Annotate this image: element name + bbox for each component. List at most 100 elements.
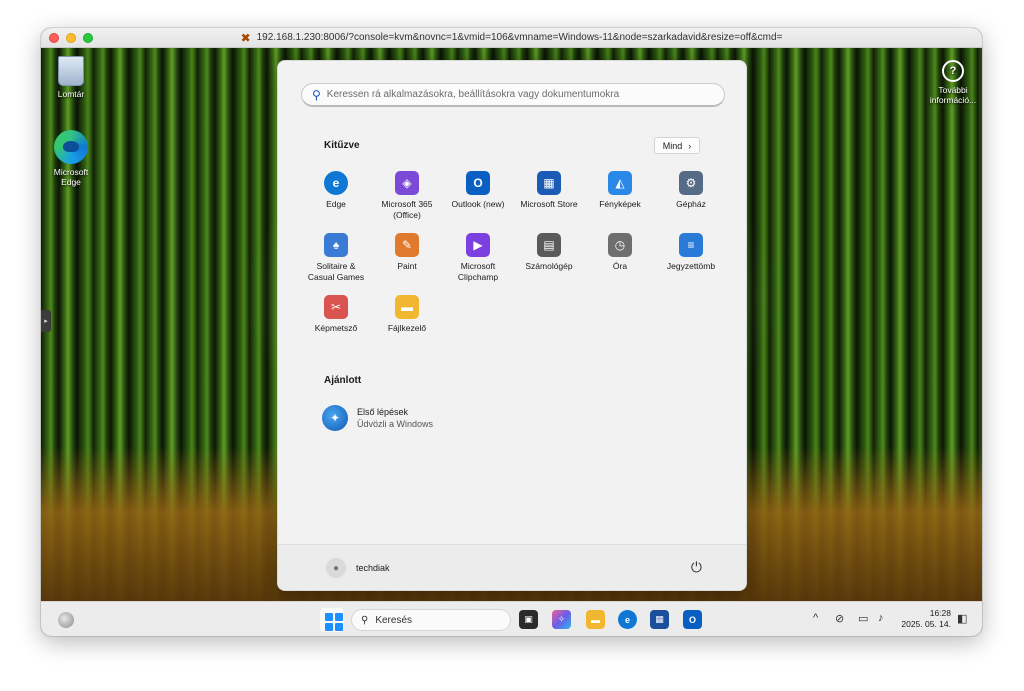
start-button[interactable] bbox=[320, 608, 344, 632]
close-window-button[interactable] bbox=[49, 33, 59, 43]
start-menu: ⚲ Kitűzve Mind › e Edge ◈ Microsoft 365(Off… bbox=[277, 60, 747, 591]
file-explorer-icon: ▬ bbox=[395, 295, 419, 319]
pinned-app-label: Számológép bbox=[525, 261, 573, 271]
task-view-icon: ▣ bbox=[524, 614, 533, 624]
desktop-icon-recycle-bin[interactable]: Lomtár bbox=[41, 56, 101, 99]
window-url: 192.168.1.230:8006/?console=kvm&novnc=1&… bbox=[256, 32, 783, 43]
taskbar-search[interactable]: ⚲ Keresés bbox=[351, 609, 511, 631]
outlook-icon: O bbox=[688, 614, 696, 625]
edge-icon bbox=[54, 130, 88, 164]
store-icon: ▦ bbox=[655, 614, 664, 624]
all-apps-button[interactable]: Mind › bbox=[654, 137, 700, 154]
clock-date: 2025. 05. 14. bbox=[901, 619, 951, 629]
title-bar: ✖ 192.168.1.230:8006/?console=kvm&novnc=… bbox=[41, 28, 982, 48]
microsoft365-icon: ◈ bbox=[395, 171, 419, 195]
pinned-app-store[interactable]: ▦ Microsoft Store bbox=[513, 171, 585, 210]
all-apps-label: Mind bbox=[662, 140, 683, 151]
edge-label-line1: Microsoft bbox=[53, 167, 89, 177]
pinned-app-label: Óra bbox=[612, 261, 628, 271]
pinned-app-label: Paint bbox=[397, 261, 417, 271]
pinned-app-clock[interactable]: ◷ Óra bbox=[584, 233, 656, 272]
recycle-bin-icon bbox=[58, 56, 84, 86]
pinned-app-paint[interactable]: ✎ Paint bbox=[371, 233, 443, 272]
pinned-app-snipping-tool[interactable]: ✂ Képmetsző bbox=[300, 295, 372, 334]
pinned-app-label: Jegyzettömb bbox=[666, 261, 716, 271]
windows-logo-icon bbox=[325, 613, 333, 621]
pinned-app-calculator[interactable]: ▤ Számológép bbox=[513, 233, 585, 272]
info-icon: ? bbox=[942, 60, 964, 82]
file-explorer-button[interactable]: ▬ bbox=[586, 610, 605, 629]
search-icon: ⚲ bbox=[361, 614, 369, 626]
network-icon: ⊘ bbox=[835, 613, 845, 625]
title: ✖ 192.168.1.230:8006/?console=kvm&novnc=… bbox=[241, 31, 783, 45]
display-status[interactable]: ▭ bbox=[858, 612, 868, 625]
notepad-icon: ≡ bbox=[679, 233, 703, 257]
desktop-icon-edge[interactable]: Microsoft Edge bbox=[41, 130, 101, 187]
clock-time: 16:28 bbox=[929, 608, 951, 618]
pinned-app-label: Fényképek bbox=[599, 199, 641, 209]
edge-label-line2: Edge bbox=[61, 177, 81, 187]
chevron-right-icon: › bbox=[688, 140, 692, 151]
get-started-icon: ✦ bbox=[322, 405, 348, 431]
pinned-app-clipchamp[interactable]: ▶ Microsoft Clipchamp bbox=[442, 233, 514, 283]
pinned-app-label: Microsoft bbox=[460, 261, 496, 271]
pinned-app-microsoft365[interactable]: ◈ Microsoft 365 (Office) bbox=[371, 171, 443, 221]
pinned-app-outlook[interactable]: O Outlook (new) bbox=[442, 171, 514, 210]
pinned-app-label: Microsoft Store bbox=[520, 199, 578, 209]
notifications-button[interactable]: ◧ bbox=[957, 612, 967, 625]
outlook-taskbar-button[interactable]: O bbox=[683, 610, 702, 629]
pinned-app-file-explorer[interactable]: ▬ Fájlkezelő bbox=[371, 295, 443, 334]
widgets-button[interactable] bbox=[58, 612, 74, 628]
pinned-app-label: Microsoft 365 bbox=[381, 199, 433, 209]
pinned-app-label: Képmetsző bbox=[314, 323, 358, 333]
start-footer: ● techdiak ⏻ bbox=[278, 544, 746, 590]
taskbar-clock[interactable]: 16:28 2025. 05. 14. bbox=[897, 608, 951, 630]
novnc-sidebar-handle[interactable]: ▸ bbox=[41, 310, 51, 332]
start-search-box[interactable]: ⚲ bbox=[301, 83, 725, 107]
pinned-app-label-line2: (Office) bbox=[393, 210, 421, 220]
user-name: techdiak bbox=[356, 563, 390, 573]
task-view-button[interactable]: ▣ bbox=[519, 610, 538, 629]
folder-icon: ▬ bbox=[591, 614, 600, 625]
volume-status[interactable]: ♪ bbox=[878, 612, 884, 624]
minimize-window-button[interactable] bbox=[66, 33, 76, 43]
taskbar-search-label: Keresés bbox=[375, 614, 413, 626]
copilot-icon: ✧ bbox=[557, 614, 566, 624]
speaker-muted-icon: ♪ bbox=[878, 612, 884, 624]
pinned-app-settings[interactable]: ⚙ Gépház bbox=[655, 171, 727, 210]
calculator-icon: ▤ bbox=[537, 233, 561, 257]
copilot-button[interactable]: ✧ bbox=[552, 610, 571, 629]
start-search-input[interactable] bbox=[326, 89, 707, 100]
recommended-item-subtitle: Üdvözli a Windows bbox=[357, 419, 434, 429]
user-account-button[interactable]: ● techdiak bbox=[326, 558, 390, 578]
clock-icon: ◷ bbox=[608, 233, 632, 257]
search-icon: ⚲ bbox=[312, 87, 321, 102]
avatar: ● bbox=[326, 558, 346, 578]
pinned-app-photos[interactable]: ◭ Fényképek bbox=[584, 171, 656, 210]
desktop: Lomtár Microsoft Edge ? További informác… bbox=[41, 48, 982, 601]
recommended-item-get-started[interactable]: ✦ Első lépések Üdvözli a Windows bbox=[322, 405, 433, 431]
store-taskbar-button[interactable]: ▦ bbox=[650, 610, 669, 629]
info-label-line2: információ... bbox=[929, 95, 977, 105]
pinned-app-notepad[interactable]: ≡ Jegyzettömb bbox=[655, 233, 727, 272]
pinned-app-label-line2: Clipchamp bbox=[457, 272, 499, 282]
pinned-app-edge[interactable]: e Edge bbox=[300, 171, 372, 210]
window-controls bbox=[49, 33, 93, 43]
desktop-icon-more-info[interactable]: ? További információ... bbox=[923, 60, 982, 105]
show-hidden-icons-button[interactable]: ^ bbox=[813, 612, 818, 624]
power-button[interactable]: ⏻ bbox=[691, 559, 702, 576]
pinned-app-label: Outlook (new) bbox=[451, 199, 505, 209]
pinned-title: Kitűzve bbox=[324, 140, 360, 151]
snipping-tool-icon: ✂ bbox=[324, 295, 348, 319]
pinned-app-label-line2: Casual Games bbox=[307, 272, 365, 282]
edge-icon: e bbox=[624, 614, 630, 625]
network-status[interactable]: ⊘ bbox=[835, 612, 844, 625]
solitaire-icon: ♠ bbox=[324, 233, 348, 257]
settings-icon: ⚙ bbox=[679, 171, 703, 195]
recommended-item-title: Első lépések bbox=[357, 407, 409, 417]
edge-taskbar-button[interactable]: e bbox=[618, 610, 637, 629]
pinned-app-solitaire[interactable]: ♠ Solitaire & Casual Games bbox=[300, 233, 372, 283]
maximize-window-button[interactable] bbox=[83, 33, 93, 43]
proxmox-icon: ✖ bbox=[240, 30, 251, 45]
pinned-app-label: Solitaire & bbox=[316, 261, 356, 271]
